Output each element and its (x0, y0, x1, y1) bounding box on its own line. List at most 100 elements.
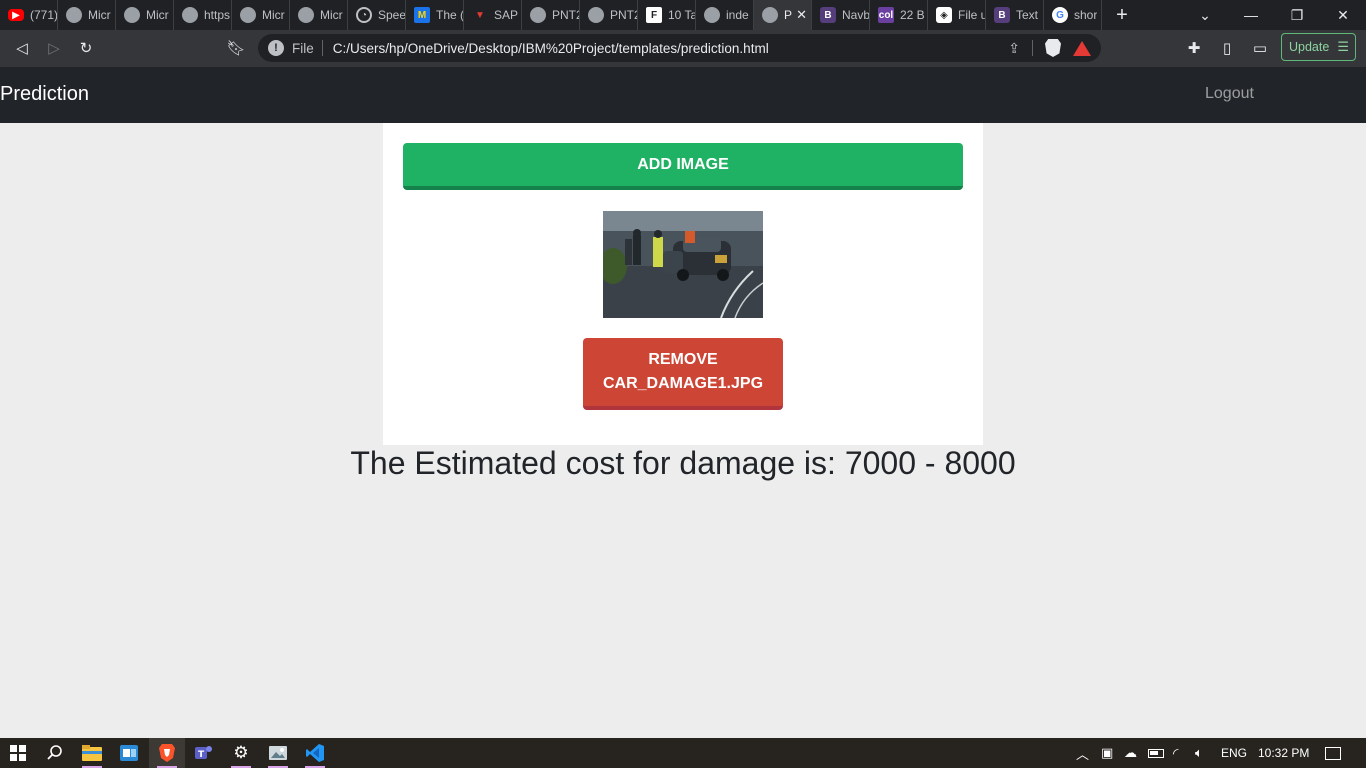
settings-gear-icon[interactable]: ⚙ (223, 738, 259, 768)
close-window-icon[interactable]: ✕ (1320, 0, 1366, 30)
tab-label: shor (1074, 8, 1098, 22)
wallet-icon[interactable]: ▭ (1247, 36, 1273, 60)
notifications-icon[interactable] (1325, 738, 1341, 768)
tab-label: Spee (378, 8, 405, 22)
add-image-button[interactable]: ADD IMAGE (403, 143, 963, 190)
omnibox-divider (321, 40, 323, 56)
tab-label: Micr (88, 8, 111, 22)
browser-tab[interactable]: PNT2 (522, 0, 580, 30)
photos-icon[interactable] (260, 738, 296, 768)
language-indicator[interactable]: ENG (1221, 738, 1247, 768)
battery-icon[interactable] (1148, 738, 1164, 768)
brave-shields-icon[interactable] (1045, 39, 1061, 57)
browser-tab[interactable]: ◈ File u (928, 0, 986, 30)
tab-label: The ( (436, 8, 463, 22)
file-explorer-icon[interactable] (74, 738, 110, 768)
tab-label: (771) (30, 8, 57, 22)
globe-icon (240, 7, 256, 23)
tab-label: https (204, 8, 231, 22)
globe-icon (762, 7, 778, 23)
sidebar-icon[interactable]: ▯ (1214, 36, 1240, 60)
globe-icon (588, 7, 604, 23)
google-icon: G (1052, 7, 1068, 23)
globe-icon (704, 7, 720, 23)
share-icon[interactable]: ⇪ (1008, 40, 1020, 57)
network-off-icon[interactable]: ☁ (1124, 738, 1137, 768)
scheme-label: File (292, 40, 314, 56)
browser-tab[interactable]: B Text (986, 0, 1044, 30)
browser-tab[interactable]: M The ( (406, 0, 464, 30)
browser-tab[interactable]: ▼ SAP (464, 0, 522, 30)
tab-label: PNT2 (610, 8, 637, 22)
new-tab-icon[interactable]: + (1102, 0, 1142, 30)
brave-browser-icon[interactable] (149, 738, 185, 768)
menu-icon: ☰ (1337, 39, 1349, 54)
tab-label: Micr (262, 8, 285, 22)
tab-label: PNT2 (552, 8, 579, 22)
tab-label: File u (958, 8, 985, 22)
the-site-icon: M (414, 7, 430, 23)
browser-tab[interactable]: Micr (116, 0, 174, 30)
start-button[interactable] (0, 738, 36, 768)
search-icon[interactable] (37, 738, 73, 768)
browser-tab[interactable]: Micr (232, 0, 290, 30)
clock[interactable]: 10:32 PM (1258, 738, 1309, 768)
bookmark-icon[interactable]: 🔖︎ (223, 36, 249, 60)
back-icon[interactable]: ◁ (9, 36, 35, 60)
upload-card: ADD IMAGE REMOVE CAR_DAMAGE1.JPG (383, 123, 983, 445)
globe-icon (182, 7, 198, 23)
brave-rewards-icon[interactable] (1073, 40, 1091, 56)
volume-icon[interactable]: 🔈︎ (1195, 738, 1203, 768)
minimize-icon[interactable]: — (1228, 0, 1274, 30)
url-text[interactable]: C:/Users/hp/OneDrive/Desktop/IBM%20Proje… (333, 41, 1009, 56)
close-tab-icon[interactable]: ✕ (796, 7, 807, 23)
tab-label: P (784, 8, 793, 22)
tab-label: Text (1016, 8, 1039, 22)
browser-tab[interactable]: B Navb (812, 0, 870, 30)
globe-icon (66, 7, 82, 23)
tab-search-icon[interactable]: ⌄ (1182, 0, 1228, 30)
tab-label: Micr (320, 8, 343, 22)
tab-label: Navb (842, 8, 869, 22)
tray-chevron-icon[interactable]: ︿ (1076, 738, 1089, 768)
globe-icon (530, 7, 546, 23)
meet-now-icon[interactable]: ▣ (1101, 738, 1113, 768)
browser-tab[interactable]: ◔ Spee (348, 0, 406, 30)
remove-label-line2: CAR_DAMAGE1.JPG (602, 375, 764, 392)
browser-tab[interactable]: PNT2 (580, 0, 638, 30)
remove-label-line1: REMOVE (648, 351, 718, 368)
address-bar[interactable]: ! File C:/Users/hp/OneDrive/Desktop/IBM%… (258, 34, 1101, 62)
globe-icon (124, 7, 140, 23)
browser-tab[interactable]: https (174, 0, 232, 30)
navbar-brand[interactable]: Prediction (0, 83, 89, 106)
windows-logo-icon (10, 745, 26, 761)
remove-image-button[interactable]: REMOVE CAR_DAMAGE1.JPG (583, 338, 783, 410)
codepen-icon: ◈ (936, 7, 952, 23)
browser-tab[interactable]: col 22 B (870, 0, 928, 30)
browser-tab[interactable]: Micr (58, 0, 116, 30)
browser-tab[interactable]: Gshor (1044, 0, 1102, 30)
globe-icon (298, 7, 314, 23)
svg-text:T: T (198, 750, 205, 760)
browser-tab[interactable]: inde (696, 0, 754, 30)
youtube-icon: ▶ (8, 9, 24, 21)
app-navbar: Prediction Logout (0, 67, 1366, 123)
logout-link[interactable]: Logout (1205, 85, 1254, 103)
update-button[interactable]: Update ☰ (1281, 33, 1356, 61)
browser-tab[interactable]: Micr (290, 0, 348, 30)
browser-tab[interactable]: ▶ (771) (0, 0, 58, 30)
forward-icon[interactable]: ▷ (41, 36, 67, 60)
browser-tab[interactable]: P ✕ (754, 0, 812, 30)
browser-tab[interactable]: F 10 Ta (638, 0, 696, 30)
vscode-icon[interactable] (297, 738, 333, 768)
teams-icon[interactable]: T (186, 738, 222, 768)
restore-icon[interactable]: ❐ (1274, 0, 1320, 30)
browser-tab-strip: ▶ (771) Micr Micr https Micr Micr ◔ Spee M The (▼ S… (0, 0, 1366, 30)
extensions-icon[interactable]: ✚ (1181, 36, 1207, 60)
wifi-icon[interactable]: ◜ (1173, 738, 1178, 768)
reload-icon[interactable]: ↻ (73, 36, 99, 60)
tab-label: 22 B (900, 8, 925, 22)
site-info-icon[interactable]: ! (268, 40, 284, 56)
outlook-icon[interactable] (111, 738, 147, 768)
windows-taskbar: T ⚙ ︿ ▣ ☁ ◜ 🔈︎ ENG 10:32 PM (0, 738, 1366, 768)
